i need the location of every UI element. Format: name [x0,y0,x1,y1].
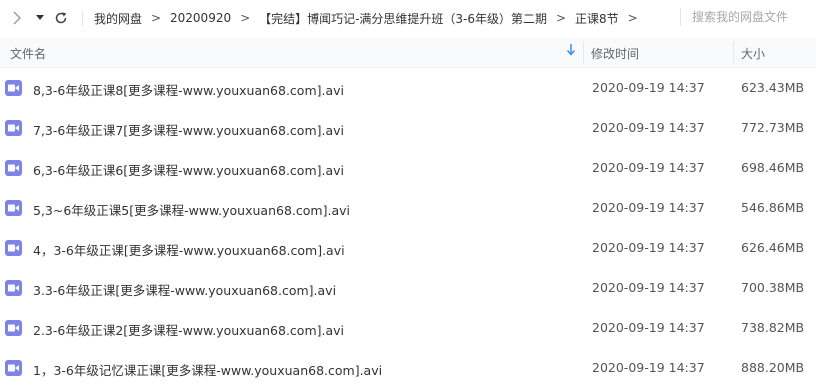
refresh-icon [55,12,67,24]
file-modified-time: 2020-09-19 14:37 [592,280,705,295]
video-file-icon [5,320,22,336]
file-name[interactable]: 8,3-6年级正课8[更多课程-www.youxuan68.com].avi [33,80,344,99]
toolbar: 我的网盘 > 20200920 > 【完结】博闻巧记-满分思维提升班（3-6年级… [0,0,816,36]
refresh-button[interactable] [52,9,70,27]
file-size: 623.43MB [741,80,805,95]
file-name[interactable]: 6,3-6年级正课6[更多课程-www.youxuan68.com].avi [33,160,344,179]
search-divider [680,8,681,26]
list-item[interactable]: 7,3-6年级正课7[更多课程-www.youxuan68.com].avi 2… [0,108,816,148]
search-input[interactable] [688,6,816,28]
toolbar-divider [82,10,83,26]
file-name[interactable]: 4，3-6年级正课[更多课程-www.youxuan68.com].avi [33,240,345,259]
video-file-icon [5,280,22,296]
column-header-name[interactable]: 文件名 [10,45,46,62]
video-file-icon [5,80,22,96]
column-divider[interactable] [733,42,734,64]
file-list: 8,3-6年级正课8[更多课程-www.youxuan68.com].avi 2… [0,68,816,388]
file-name[interactable]: 2.3-6年级正课2[更多课程-www.youxuan68.com].avi [33,320,344,339]
file-browser-window: 我的网盘 > 20200920 > 【完结】博闻巧记-满分思维提升班（3-6年级… [0,0,816,392]
file-name[interactable]: 7,3-6年级正课7[更多课程-www.youxuan68.com].avi [33,120,344,139]
list-item[interactable]: 6,3-6年级正课6[更多课程-www.youxuan68.com].avi 2… [0,148,816,188]
breadcrumb-item-root[interactable]: 我的网盘 [94,10,142,27]
file-size: 546.86MB [741,200,805,215]
list-item[interactable]: 1，3-6年级记忆课正课[更多课程-www.youxuan68.com].avi… [0,348,816,388]
list-item[interactable]: 3.3-6年级正课[更多课程-www.youxuan68.com].avi 20… [0,268,816,308]
breadcrumb-item-date-folder[interactable]: 20200920 [170,11,231,25]
forward-button[interactable] [8,9,26,27]
file-modified-time: 2020-09-19 14:37 [592,160,705,175]
sort-down-arrow-icon[interactable] [566,43,576,60]
file-modified-time: 2020-09-19 14:37 [592,320,705,335]
breadcrumb-separator: > [150,11,162,25]
video-file-icon [5,240,22,256]
file-size: 626.46MB [741,240,805,255]
breadcrumb-item-current[interactable]: 正课8节 [575,10,619,27]
chevron-right-icon [13,11,21,25]
video-file-icon [5,160,22,176]
file-size: 698.46MB [741,160,805,175]
file-modified-time: 2020-09-19 14:37 [592,120,705,135]
breadcrumb-separator: > [556,11,567,25]
file-name[interactable]: 5,3~6年级正课5[更多课程-www.youxuan68.com].avi [33,200,350,219]
file-size: 738.82MB [741,320,805,335]
breadcrumb: 我的网盘 > 20200920 > 【完结】博闻巧记-满分思维提升班（3-6年级… [94,0,647,36]
list-item[interactable]: 4，3-6年级正课[更多课程-www.youxuan68.com].avi 20… [0,228,816,268]
list-item[interactable]: 5,3~6年级正课5[更多课程-www.youxuan68.com].avi 2… [0,188,816,228]
file-name[interactable]: 3.3-6年级正课[更多课程-www.youxuan68.com].avi [33,280,336,299]
file-modified-time: 2020-09-19 14:37 [592,200,705,215]
file-size: 772.73MB [741,120,805,135]
video-file-icon [5,360,22,376]
column-divider[interactable] [583,42,584,64]
file-modified-time: 2020-09-19 14:37 [592,80,705,95]
list-item[interactable]: 2.3-6年级正课2[更多课程-www.youxuan68.com].avi 2… [0,308,816,348]
column-header-size[interactable]: 大小 [741,45,765,62]
video-file-icon [5,200,22,216]
file-size: 888.20MB [741,360,805,375]
file-size: 700.38MB [741,280,805,295]
caret-down-icon [36,15,44,20]
file-modified-time: 2020-09-19 14:37 [592,360,705,375]
breadcrumb-separator: > [627,11,638,25]
breadcrumb-item-course-folder[interactable]: 【完结】博闻巧记-满分思维提升班（3-6年级）第二期 [259,10,547,27]
file-name[interactable]: 1，3-6年级记忆课正课[更多课程-www.youxuan68.com].avi [33,360,382,379]
column-header-modified-time[interactable]: 修改时间 [591,45,639,62]
video-file-icon [5,120,22,136]
column-header: 文件名 修改时间 大小 [0,38,816,68]
list-item[interactable]: 8,3-6年级正课8[更多课程-www.youxuan68.com].avi 2… [0,68,816,108]
breadcrumb-separator: > [240,11,251,25]
history-dropdown-button[interactable] [32,9,48,27]
file-modified-time: 2020-09-19 14:37 [592,240,705,255]
